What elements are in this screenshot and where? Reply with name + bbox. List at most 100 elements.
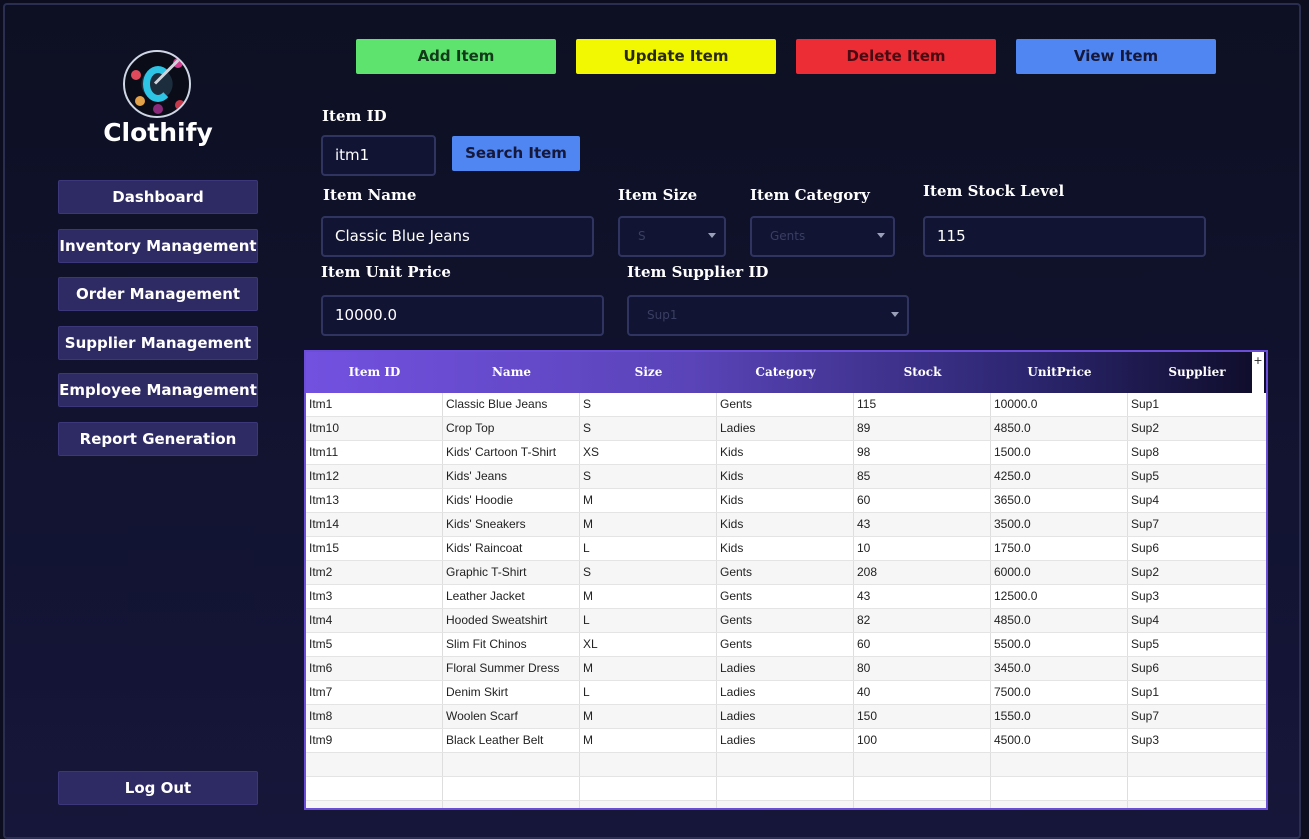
- table-cell: Sup7: [1131, 709, 1160, 723]
- table-cell: 60: [854, 633, 991, 656]
- chevron-down-icon: [708, 233, 716, 238]
- table-cell: M: [580, 513, 717, 536]
- sidebar-item-employee-management[interactable]: Employee Management: [58, 373, 258, 407]
- column-header-category[interactable]: Category: [717, 352, 854, 393]
- search-item-button[interactable]: Search Item: [452, 136, 580, 171]
- table-cell: Itm1: [306, 393, 443, 416]
- table-cell: 6000.0: [991, 561, 1128, 584]
- table-row[interactable]: Itm4 Hooded Sweatshirt L Gents 82 4850.0 Sup4: [306, 609, 1266, 633]
- table-cell: Itm7: [306, 681, 443, 704]
- table-row[interactable]: Itm6 Floral Summer Dress M Ladies 80 3450.0 Su…: [306, 657, 1266, 681]
- table-row[interactable]: Itm12 Kids' Jeans S Kids 85 4250.0 Sup5: [306, 465, 1266, 489]
- table-cell: Sup1: [1131, 685, 1160, 699]
- table-row[interactable]: Itm11 Kids' Cartoon T-Shirt XS Kids 98 1500.0…: [306, 441, 1266, 465]
- table-cell: Sup7: [1131, 517, 1160, 531]
- sidebar-item-order-management[interactable]: Order Management: [58, 277, 258, 311]
- table-cell: [306, 777, 443, 800]
- table-header: Item ID Name Size Category Stock UnitPri…: [306, 352, 1266, 393]
- table-cell: L: [580, 681, 717, 704]
- table-cell: 3650.0: [991, 489, 1128, 512]
- table-cell: Hooded Sweatshirt: [443, 609, 580, 632]
- item-stock-input[interactable]: 115: [923, 216, 1206, 257]
- table-cell: M: [580, 585, 717, 608]
- update-item-button[interactable]: Update Item: [576, 39, 776, 74]
- items-table[interactable]: Item ID Name Size Category Stock UnitPri…: [304, 350, 1268, 810]
- sidebar-item-report-generation[interactable]: Report Generation: [58, 422, 258, 456]
- table-cell: Sup6: [1131, 541, 1160, 555]
- table-row[interactable]: Itm8 Woolen Scarf M Ladies 150 1550.0 Sup7: [306, 705, 1266, 729]
- add-item-button[interactable]: Add Item: [356, 39, 556, 74]
- column-header-size[interactable]: Size: [580, 352, 717, 393]
- item-category-label: Item Category: [750, 186, 870, 204]
- table-cell: 60: [854, 489, 991, 512]
- table-cell: M: [580, 705, 717, 728]
- chevron-down-icon: [891, 312, 899, 317]
- item-supplier-select[interactable]: Sup1: [627, 295, 909, 336]
- empty-table-row: [306, 777, 1266, 801]
- table-row[interactable]: Itm15 Kids' Raincoat L Kids 10 1750.0 Sup6: [306, 537, 1266, 561]
- table-cell: Kids: [717, 441, 854, 464]
- table-row[interactable]: Itm2 Graphic T-Shirt S Gents 208 6000.0 Sup2: [306, 561, 1266, 585]
- table-cell: Sup4: [1131, 493, 1160, 507]
- column-header-name[interactable]: Name: [443, 352, 580, 393]
- table-row[interactable]: Itm14 Kids' Sneakers M Kids 43 3500.0 Sup7: [306, 513, 1266, 537]
- table-cell: 12500.0: [991, 585, 1128, 608]
- table-cell: 100: [854, 729, 991, 752]
- table-cell: S: [580, 417, 717, 440]
- item-name-label: Item Name: [323, 186, 417, 204]
- table-row[interactable]: Itm1 Classic Blue Jeans S Gents 115 10000.0 Su…: [306, 393, 1266, 417]
- table-cell: Itm14: [306, 513, 443, 536]
- sidebar-item-inventory-management[interactable]: Inventory Management: [58, 229, 258, 263]
- clothify-logo-icon: [123, 50, 191, 118]
- table-cell: Itm10: [306, 417, 443, 440]
- table-cell: Gents: [717, 585, 854, 608]
- sidebar-item-supplier-management[interactable]: Supplier Management: [58, 326, 258, 360]
- table-row[interactable]: Itm10 Crop Top S Ladies 89 4850.0 Sup2: [306, 417, 1266, 441]
- table-cell: [580, 777, 717, 800]
- item-category-select[interactable]: Gents: [750, 216, 895, 257]
- item-size-select[interactable]: S: [618, 216, 726, 257]
- item-name-input[interactable]: Classic Blue Jeans: [321, 216, 594, 257]
- table-cell: [1128, 753, 1266, 776]
- table-cell: XL: [580, 633, 717, 656]
- table-cell: [991, 753, 1128, 776]
- table-cell: 4850.0: [991, 609, 1128, 632]
- table-cell: [717, 801, 854, 808]
- column-header-stock[interactable]: Stock: [854, 352, 991, 393]
- item-supplier-label: Item Supplier ID: [627, 263, 769, 281]
- app-window: Clothify Dashboard Inventory Management …: [3, 3, 1301, 839]
- table-cell: M: [580, 729, 717, 752]
- sidebar-item-dashboard[interactable]: Dashboard: [58, 180, 258, 214]
- item-price-input[interactable]: 10000.0: [321, 295, 604, 336]
- table-row[interactable]: Itm7 Denim Skirt L Ladies 40 7500.0 Sup1: [306, 681, 1266, 705]
- table-cell: [991, 801, 1128, 808]
- item-size-value: S: [638, 229, 646, 243]
- delete-item-button[interactable]: Delete Item: [796, 39, 996, 74]
- table-cell: 4500.0: [991, 729, 1128, 752]
- table-cell: Classic Blue Jeans: [443, 393, 580, 416]
- table-cell: [580, 753, 717, 776]
- table-row[interactable]: Itm3 Leather Jacket M Gents 43 12500.0 Sup3: [306, 585, 1266, 609]
- table-row[interactable]: Itm13 Kids' Hoodie M Kids 60 3650.0 Sup4: [306, 489, 1266, 513]
- table-row[interactable]: Itm5 Slim Fit Chinos XL Gents 60 5500.0 Sup5: [306, 633, 1266, 657]
- table-cell: Itm2: [306, 561, 443, 584]
- table-cell: 3500.0: [991, 513, 1128, 536]
- logout-button[interactable]: Log Out: [58, 771, 258, 805]
- table-cell: Itm12: [306, 465, 443, 488]
- item-id-input[interactable]: itm1: [321, 135, 436, 176]
- table-cell: Leather Jacket: [443, 585, 580, 608]
- table-cell: Itm15: [306, 537, 443, 560]
- item-stock-label: Item Stock Level: [923, 182, 1065, 200]
- column-header-supplier[interactable]: Supplier: [1128, 352, 1266, 393]
- add-column-button[interactable]: +: [1252, 352, 1264, 393]
- view-item-button[interactable]: View Item: [1016, 39, 1216, 74]
- table-cell: S: [580, 465, 717, 488]
- table-cell: Black Leather Belt: [443, 729, 580, 752]
- table-row[interactable]: Itm9 Black Leather Belt M Ladies 100 4500.0 Su…: [306, 729, 1266, 753]
- table-cell: 80: [854, 657, 991, 680]
- column-header-unitprice[interactable]: UnitPrice: [991, 352, 1128, 393]
- table-cell: [1128, 801, 1266, 808]
- column-header-item-id[interactable]: Item ID: [306, 352, 443, 393]
- table-cell: 43: [854, 585, 991, 608]
- table-cell: [306, 753, 443, 776]
